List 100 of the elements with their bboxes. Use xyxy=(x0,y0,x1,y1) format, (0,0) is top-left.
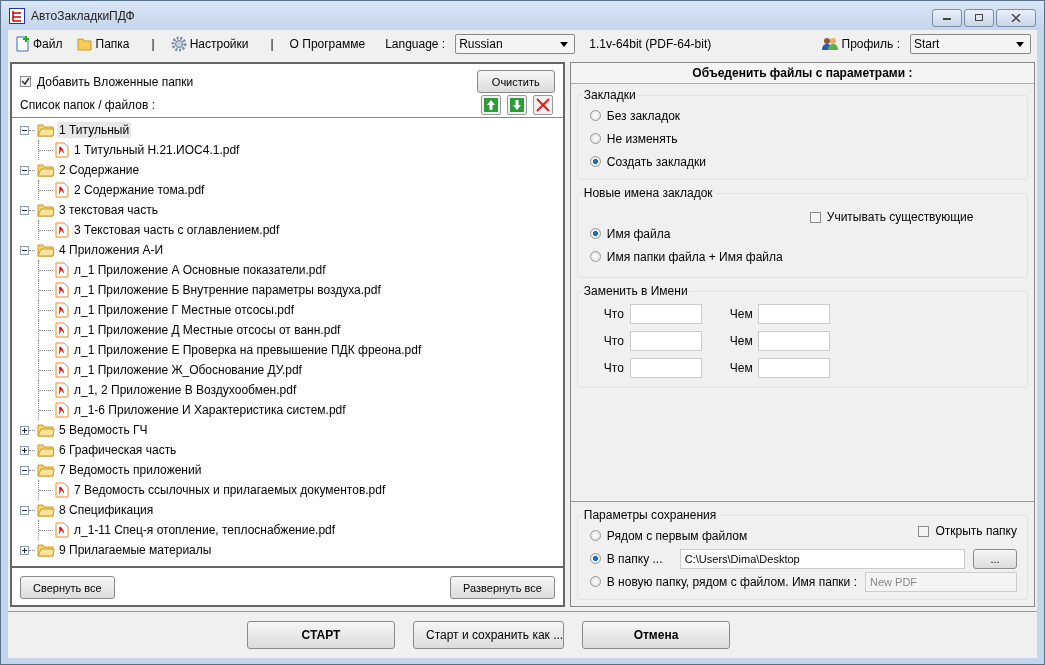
expander-icon[interactable] xyxy=(20,465,29,475)
radio-option[interactable]: Создать закладки xyxy=(589,150,1017,173)
input-field[interactable] xyxy=(629,330,702,351)
new-file-icon xyxy=(16,36,30,52)
radio-button[interactable] xyxy=(589,530,601,541)
field-label: Чем xyxy=(729,306,754,321)
folder-item[interactable]: 8 Спецификация xyxy=(57,502,156,518)
radio-button[interactable] xyxy=(589,251,601,262)
menu-item[interactable]: Файл xyxy=(14,36,71,52)
check-icon xyxy=(21,77,30,86)
folder-item[interactable]: 5 Ведомость ГЧ xyxy=(57,422,150,438)
group-title: Закладки xyxy=(582,88,637,102)
folder-item[interactable]: 1 Титульный xyxy=(57,122,132,138)
file-item[interactable]: л_1, 2 Приложение В Воздухообмен.pdf xyxy=(72,382,299,398)
file-item[interactable]: л_1 Приложение Д Местные отсосы от ванн.pdf xyxy=(72,322,343,338)
expander-icon[interactable] xyxy=(20,445,29,455)
radio-option[interactable]: В папку ... xyxy=(589,547,672,570)
folder-icon xyxy=(37,163,55,177)
folder-item[interactable]: 6 Графическая часть xyxy=(57,442,179,458)
file-item[interactable]: 1 Титульный Н.21.ИОС4.1.pdf xyxy=(72,142,242,158)
folder-icon xyxy=(37,203,55,217)
radio-button[interactable] xyxy=(589,156,601,167)
maximize-button[interactable] xyxy=(964,9,994,27)
file-item[interactable]: 7 Ведомость ссылочных и прилагаемых документов.pdf xyxy=(72,482,388,498)
action-button[interactable]: Отмена xyxy=(582,621,730,649)
menu-separator: | xyxy=(269,37,275,51)
file-item[interactable]: л_1 Приложение Ж_Обоснование ДУ.pdf xyxy=(72,362,304,378)
folder-item[interactable]: 4 Приложения А-И xyxy=(57,242,166,258)
expander-icon[interactable] xyxy=(20,165,29,175)
folder-icon xyxy=(37,443,55,457)
subfolders-checkbox[interactable]: Добавить Вложенные папки xyxy=(20,74,194,89)
expander-icon[interactable] xyxy=(20,125,29,135)
pdf-file-icon xyxy=(55,262,69,278)
radio-option[interactable]: В новую папку, рядом с файлом. Имя папки : xyxy=(589,570,857,593)
radio-option[interactable]: Без закладок xyxy=(589,104,1017,127)
field-label: Что xyxy=(603,306,625,321)
folder-icon xyxy=(37,543,55,557)
browse-button[interactable]: ... xyxy=(973,548,1017,569)
pdf-file-icon xyxy=(55,402,69,418)
field-label: Что xyxy=(603,360,625,375)
folder-item[interactable]: 3 текстовая часть xyxy=(57,202,160,218)
radio-option[interactable]: Не изменять xyxy=(589,127,1017,150)
radio-option[interactable]: Имя папки файла + Имя файла xyxy=(589,245,1017,268)
input-field[interactable] xyxy=(757,303,830,324)
file-item[interactable]: л_1 Приложение Б Внутренние параметры воздуха.pdf xyxy=(72,282,383,298)
radio-option[interactable]: Рядом с первым файлом xyxy=(589,524,748,547)
action-button[interactable]: Старт и сохранить как ... xyxy=(413,621,564,649)
group-title: Новые имена закладок xyxy=(582,186,714,200)
input-field[interactable] xyxy=(629,303,702,324)
pdf-file-icon xyxy=(55,182,69,198)
input-field[interactable] xyxy=(757,357,830,378)
folder-icon xyxy=(37,423,55,437)
input-field[interactable] xyxy=(757,330,830,351)
expander-icon[interactable] xyxy=(20,425,29,435)
expander-icon[interactable] xyxy=(20,505,29,515)
keep-existing-checkbox[interactable]: Учитывать существующие xyxy=(809,210,974,224)
expander-icon[interactable] xyxy=(20,545,29,555)
input-field[interactable]: C:\Users\Dima\Desktop xyxy=(679,548,965,569)
close-button[interactable] xyxy=(996,9,1036,27)
delete-button[interactable] xyxy=(532,95,553,115)
pdf-file-icon xyxy=(55,482,69,498)
menu-item[interactable]: Папка xyxy=(74,37,138,51)
radio-button[interactable] xyxy=(589,133,601,144)
folder-icon xyxy=(76,37,93,51)
file-item[interactable]: л_1 Приложение А Основные показатели.pdf xyxy=(72,262,328,278)
pdf-file-icon xyxy=(55,342,69,358)
menu-item[interactable]: Настройки xyxy=(168,36,257,52)
pdf-file-icon xyxy=(55,522,69,538)
action-button[interactable]: СТАРТ xyxy=(247,621,395,649)
folder-item[interactable]: 2 Содержание xyxy=(57,162,142,178)
radio-button[interactable] xyxy=(589,228,601,239)
file-item[interactable]: л_1 Приложение Г Местные отсосы.pdf xyxy=(72,302,296,318)
expander-icon[interactable] xyxy=(20,245,29,255)
folder-item[interactable]: 9 Прилагаемые материалы xyxy=(57,542,214,558)
pdf-file-icon xyxy=(55,222,69,238)
file-item[interactable]: 3 Текстовая часть с оглавлением.pdf xyxy=(72,222,282,238)
profile-label: Профиль : xyxy=(841,37,900,51)
move-up-button[interactable] xyxy=(480,95,501,115)
file-item[interactable]: л_1 Приложение Е Проверка на превышение ПДК фреона.pdf xyxy=(72,342,424,358)
collapse-all-button[interactable]: Свернуть все xyxy=(20,576,115,599)
expander-icon[interactable] xyxy=(20,205,29,215)
language-dropdown[interactable]: Russian xyxy=(455,34,576,54)
radio-button[interactable] xyxy=(589,576,601,587)
clear-button[interactable]: Очистить xyxy=(476,70,555,93)
radio-button[interactable] xyxy=(589,553,601,564)
field-label: Чем xyxy=(729,333,754,348)
file-item[interactable]: 2 Содержание тома.pdf xyxy=(72,182,207,198)
minimize-button[interactable] xyxy=(932,9,962,27)
input-field[interactable] xyxy=(629,357,702,378)
folder-item[interactable]: 7 Ведомость приложений xyxy=(57,462,204,478)
move-down-button[interactable] xyxy=(506,95,527,115)
pdf-file-icon xyxy=(55,302,69,318)
folder-icon xyxy=(37,243,55,257)
expand-all-button[interactable]: Развернуть все xyxy=(450,576,555,599)
open-folder-checkbox[interactable]: Открыть папку xyxy=(918,524,1017,538)
radio-button[interactable] xyxy=(589,110,601,121)
menu-item[interactable]: О Программе xyxy=(287,37,374,51)
file-item[interactable]: л_1-11 Спец-я отопление, теплоснабжение.pdf xyxy=(72,522,338,538)
file-item[interactable]: л_1-6 Приложение И Характеристика систем.pdf xyxy=(72,402,348,418)
profile-dropdown[interactable]: Start xyxy=(910,34,1031,54)
